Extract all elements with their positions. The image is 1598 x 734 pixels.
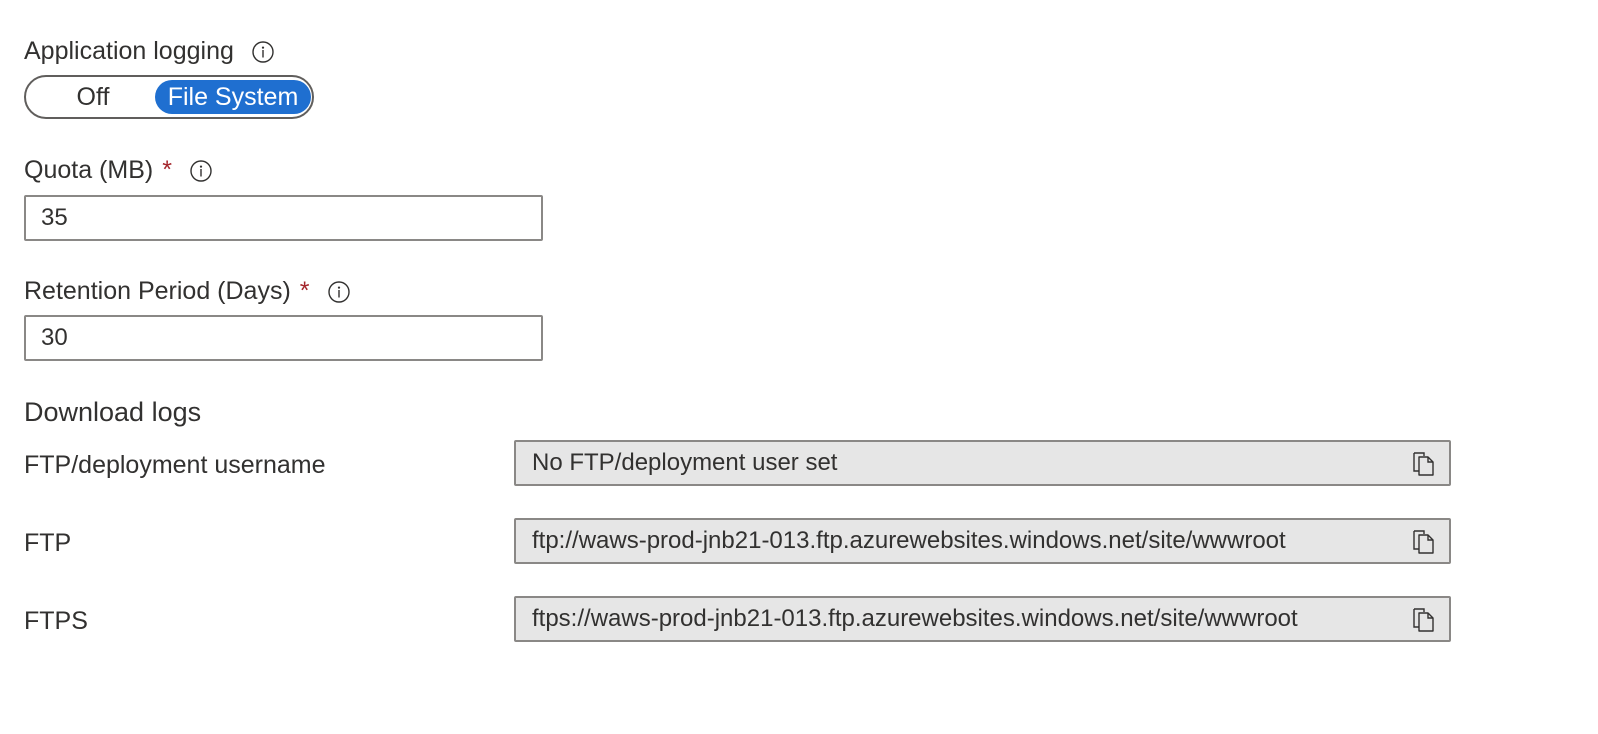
download-logs-heading: Download logs <box>24 397 202 427</box>
quota-input[interactable] <box>24 195 543 241</box>
quota-label: Quota (MB) * <box>24 155 212 185</box>
copy-icon[interactable] <box>1411 451 1437 477</box>
application-logging-label-text: Application logging <box>24 37 234 65</box>
copy-icon[interactable] <box>1411 529 1437 555</box>
application-logging-toggle[interactable]: Off File System <box>24 75 314 119</box>
retention-input[interactable] <box>24 315 543 361</box>
info-icon[interactable] <box>252 41 274 63</box>
info-icon[interactable] <box>190 160 212 182</box>
ftp-label: FTP <box>24 529 72 557</box>
ftp-username-value: No FTP/deployment user set <box>532 449 838 476</box>
ftps-label: FTPS <box>24 607 88 635</box>
ftp-username-field[interactable]: No FTP/deployment user set <box>514 440 1451 486</box>
ftps-endpoint-field[interactable]: ftps://waws-prod-jnb21-013.ftp.azurewebs… <box>514 596 1451 642</box>
ftp-username-label: FTP/deployment username <box>24 451 326 479</box>
ftps-endpoint-value: ftps://waws-prod-jnb21-013.ftp.azurewebs… <box>532 605 1298 632</box>
application-logging-label: Application logging <box>24 36 274 66</box>
ftp-endpoint-field[interactable]: ftp://waws-prod-jnb21-013.ftp.azurewebsi… <box>514 518 1451 564</box>
required-marker: * <box>162 156 172 184</box>
retention-label: Retention Period (Days) * <box>24 276 350 306</box>
retention-label-text: Retention Period (Days) <box>24 277 291 305</box>
ftp-endpoint-value: ftp://waws-prod-jnb21-013.ftp.azurewebsi… <box>532 527 1286 554</box>
required-marker: * <box>299 277 310 305</box>
copy-icon[interactable] <box>1411 607 1437 633</box>
info-icon[interactable] <box>327 281 350 303</box>
toggle-option-file-system[interactable]: File System <box>155 80 311 114</box>
toggle-option-off[interactable]: Off <box>29 80 157 114</box>
quota-label-text: Quota (MB) <box>24 156 154 184</box>
